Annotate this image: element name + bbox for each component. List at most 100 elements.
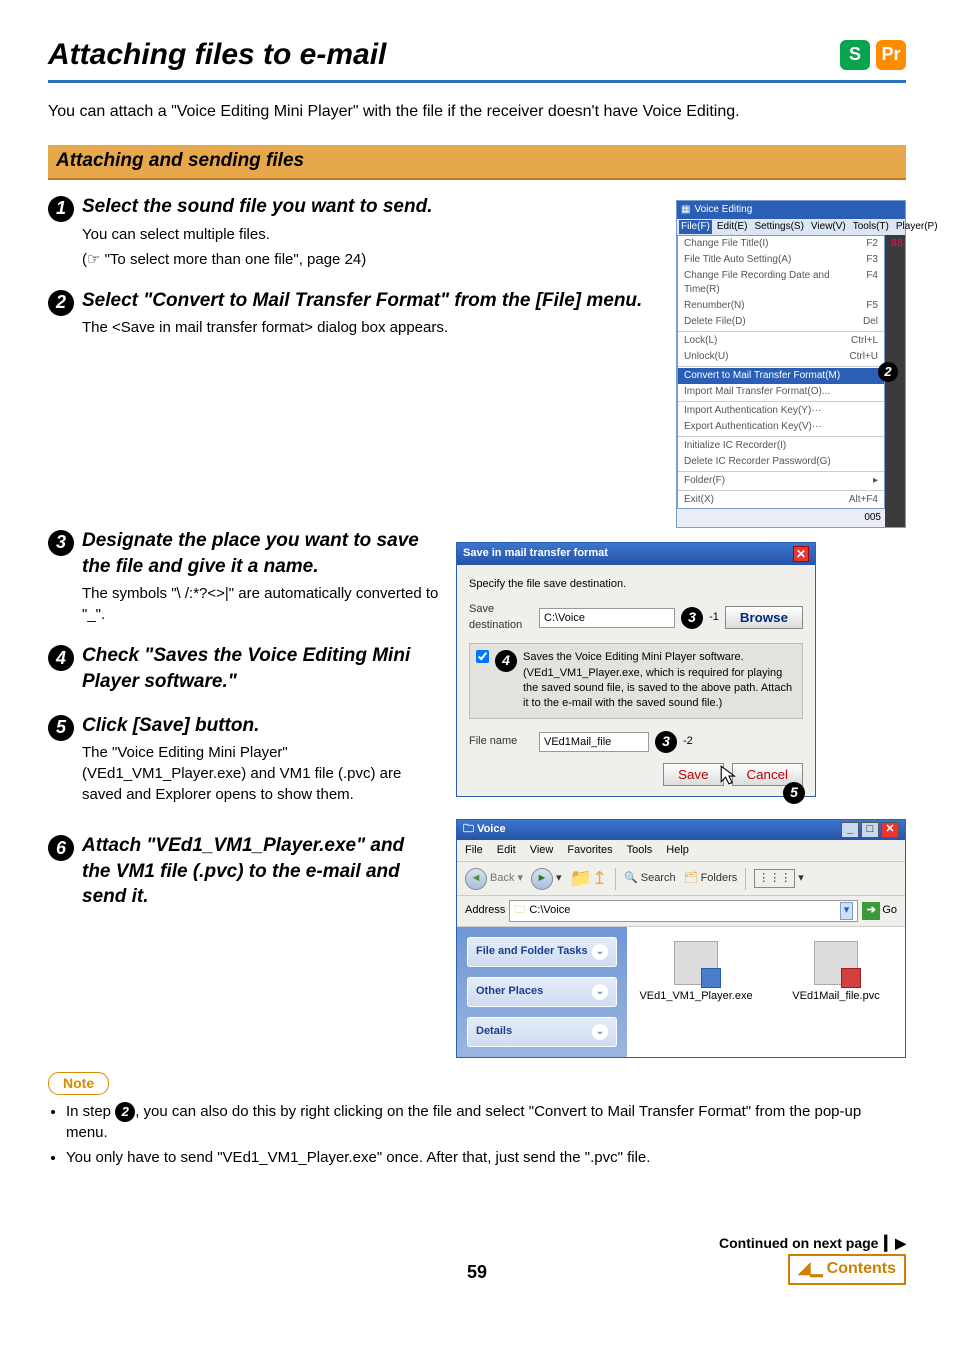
ve-titlebar: ▦Voice Editing [677, 201, 905, 219]
dialog-instruction: Specify the file save destination. [469, 577, 803, 592]
close-button[interactable]: ✕ [793, 546, 809, 562]
ve-item[interactable]: Delete IC Recorder Password(G) [678, 454, 884, 470]
explorer-title: Voice [477, 823, 506, 835]
expand-icon[interactable]: ⌄ [592, 984, 608, 1000]
explorer-menubar[interactable]: File Edit View Favorites Tools Help [457, 840, 905, 862]
ve-counter: 88 [887, 237, 903, 251]
ve-item[interactable]: Change File Title(I)F2 [678, 236, 884, 252]
search-button[interactable]: 🔍 Search [624, 871, 676, 886]
menu-tools[interactable]: Tools [627, 843, 653, 858]
filename-label: File name [469, 734, 533, 749]
callout-4: 4 [495, 650, 517, 672]
maximize-button[interactable]: □ [861, 822, 879, 838]
forward-button[interactable]: ► ▾ [531, 868, 562, 890]
close-button[interactable]: ✕ [881, 822, 899, 838]
ve-item-convert[interactable]: Convert to Mail Transfer Format(M) 2 [678, 368, 884, 384]
address-dropdown[interactable]: ▾ [840, 902, 854, 919]
ve-item[interactable]: Lock(L)Ctrl+L [678, 333, 884, 349]
callout-3-2-suffix: -2 [683, 734, 693, 749]
ve-menu-settings[interactable]: Settings(S) [752, 220, 805, 234]
callout-3-1-suffix: -1 [709, 610, 719, 625]
tasks-pane[interactable]: File and Folder Tasks⌄ [467, 937, 617, 967]
step-num-1: 1 [48, 196, 74, 222]
browse-button[interactable]: Browse [725, 606, 803, 629]
search-icon: 🔍 [624, 871, 638, 886]
ve-menubar[interactable]: File(F) Edit(E) Settings(S) View(V) Tool… [677, 219, 905, 235]
ve-menu-tools[interactable]: Tools(T) [851, 220, 891, 234]
ve-item-exit[interactable]: Exit(X)Alt+F4 [678, 492, 884, 508]
dialog-titlebar: Save in mail transfer format ✕ [457, 543, 815, 565]
section-heading: Attaching and sending files [48, 145, 906, 180]
exe-file-icon [674, 941, 718, 985]
save-button[interactable]: Save [663, 763, 723, 786]
intro-text: You can attach a "Voice Editing Mini Pla… [48, 101, 906, 123]
step-num-6: 6 [48, 835, 74, 861]
step-desc-3: The symbols "\ /:*?<>|" are automaticall… [82, 583, 442, 625]
ve-item[interactable]: Import Authentication Key(Y)··· [678, 403, 884, 419]
expand-icon[interactable]: ⌄ [592, 1024, 608, 1040]
badge-s: S [840, 40, 870, 70]
ve-menu-player[interactable]: Player(P) [894, 220, 940, 234]
ve-statusbar: 005 [677, 509, 885, 527]
folders-button[interactable]: 🗂 Folders [684, 871, 738, 886]
details-pane[interactable]: Details⌄ [467, 1017, 617, 1047]
views-button[interactable]: ⋮⋮⋮ ▾ [754, 869, 804, 888]
step-title-1: Select the sound file you want to send. [82, 194, 662, 220]
expand-icon[interactable]: ⌄ [592, 944, 608, 960]
note-label: Note [48, 1072, 109, 1096]
folder-icon: 🗀 [463, 823, 474, 835]
dest-input[interactable]: C:\Voice [539, 608, 675, 628]
address-label: Address [465, 903, 505, 918]
ve-item[interactable]: Renumber(N)F5 [678, 298, 884, 314]
file-item[interactable]: VEd1_VM1_Player.exe [641, 941, 751, 1043]
go-button[interactable]: ➔Go [862, 902, 897, 920]
menu-favorites[interactable]: Favorites [567, 843, 612, 858]
ve-menu-view[interactable]: View(V) [809, 220, 848, 234]
ve-item[interactable]: Import Mail Transfer Format(O)... [678, 384, 884, 400]
continue-arrow-icon: ▎▶ [884, 1234, 906, 1254]
ve-item[interactable]: Unlock(U)Ctrl+U [678, 349, 884, 365]
step-title-5: Click [Save] button. [82, 713, 422, 739]
save-player-text: Saves the Voice Editing Mini Player soft… [523, 650, 796, 712]
dest-label: Save destination [469, 602, 533, 633]
ve-item[interactable]: Change File Recording Date and Time(R)F4 [678, 268, 884, 298]
badge-pr: Pr [876, 40, 906, 70]
ve-menu-file[interactable]: File(F) [679, 220, 712, 234]
step-title-4: Check "Saves the Voice Editing Mini Play… [82, 643, 422, 694]
continued-label: Continued on next page ▎▶ [719, 1234, 906, 1254]
step-title-2: Select "Convert to Mail Transfer Format"… [82, 288, 662, 314]
minimize-button[interactable]: _ [841, 822, 859, 838]
contents-button[interactable]: ◢▁ Contents [788, 1254, 906, 1284]
step-num-4: 4 [48, 645, 74, 671]
ve-item[interactable]: Export Authentication Key(V)··· [678, 419, 884, 435]
file-item[interactable]: VEd1Mail_file.pvc [781, 941, 891, 1043]
address-input[interactable]: 🗀 C:\Voice ▾ [509, 900, 858, 921]
step-desc-1b: (☞ "To select more than one file", page … [82, 249, 662, 270]
file-name: VEd1_VM1_Player.exe [639, 989, 752, 1004]
note-item: You only have to send "VEd1_VM1_Player.e… [66, 1147, 906, 1168]
ve-item[interactable]: Folder(F)▸ [678, 473, 884, 489]
inline-step-2: 2 [115, 1102, 135, 1122]
save-player-checkbox[interactable] [476, 650, 489, 663]
menu-view[interactable]: View [530, 843, 554, 858]
page-number: 59 [467, 1260, 487, 1285]
filename-input[interactable]: VEd1Mail_file [539, 732, 649, 752]
menu-file[interactable]: File [465, 843, 483, 858]
mode-badges: S Pr [840, 40, 906, 70]
back-button[interactable]: ◄Back ▾ [465, 868, 523, 890]
places-pane[interactable]: Other Places⌄ [467, 977, 617, 1007]
ve-file-menu: Change File Title(I)F2 File Title Auto S… [677, 235, 885, 509]
folders-icon: 🗂 [684, 871, 698, 886]
page-title: Attaching files to e-mail [48, 34, 386, 76]
ve-item[interactable]: Initialize IC Recorder(I) [678, 438, 884, 454]
ve-item[interactable]: File Title Auto Setting(A)F3 [678, 252, 884, 268]
explorer-window: 🗀 Voice _ □ ✕ File Edit View Favorites T… [456, 819, 906, 1058]
folder-icon: 🗀 [514, 903, 525, 918]
up-button[interactable]: 📁↥ [570, 866, 608, 891]
save-dialog: Save in mail transfer format ✕ Specify t… [456, 542, 816, 797]
note-item: In step 2, you can also do this by right… [66, 1101, 906, 1143]
menu-edit[interactable]: Edit [497, 843, 516, 858]
ve-item[interactable]: Delete File(D)Del [678, 314, 884, 330]
ve-menu-edit[interactable]: Edit(E) [715, 220, 750, 234]
menu-help[interactable]: Help [666, 843, 689, 858]
